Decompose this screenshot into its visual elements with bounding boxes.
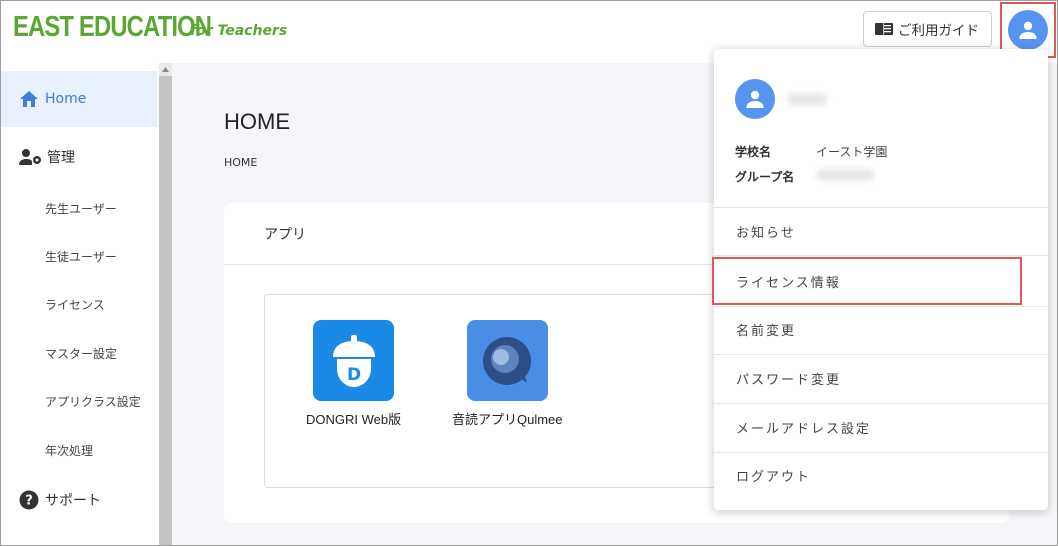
guide-button-label: ご利用ガイド [898,23,979,39]
brand-logo[interactable]: EAST EDUCATION [13,11,212,44]
user-dropdown-menu: 学校名 イースト学園 グループ名 お知らせ ライセンス情報 名前変更 パスワード… [712,49,1048,510]
divider [714,255,1048,256]
sidebar-item-support[interactable]: ? サポート [1,483,157,517]
sidebar-subitem-teacher-users[interactable]: 先生ユーザー [45,200,117,217]
sidebar-subitem-license[interactable]: ライセンス [45,296,105,313]
menu-item-change-name[interactable]: 名前変更 [714,305,1048,353]
dropdown-user-avatar [735,79,775,119]
sidebar-subitem-student-users[interactable]: 生徒ユーザー [45,248,117,265]
school-name-value: イースト学園 [816,145,888,159]
sidebar-subitem-app-class-settings[interactable]: アプリクラス設定 [45,393,141,410]
sidebar: Home 管理 先生ユーザー 生徒ユーザー ライセンス マスター設定 アプリクラ… [1,63,159,545]
sidebar-subitem-annual-processing[interactable]: 年次処理 [45,442,93,459]
brand-subtitle: for Teachers [190,23,288,39]
blurred-username [787,93,827,105]
menu-item-email-settings[interactable]: メールアドレス設定 [714,403,1048,451]
sidebar-subitem-master-settings[interactable]: マスター設定 [45,345,117,362]
app-label: DONGRI Web版 [306,412,402,427]
app-window: EAST EDUCATION for Teachers ご利用ガイド Home … [0,0,1058,546]
menu-item-logout[interactable]: ログアウト [714,451,1048,499]
menu-item-change-password[interactable]: パスワード変更 [714,354,1048,402]
school-name-label: 学校名 [735,145,772,159]
home-icon [20,91,38,107]
person-icon [746,90,764,108]
group-name-label: グループ名 [735,170,795,184]
sidebar-item-label: サポート [45,493,101,509]
card-title-text: アプリ [264,226,306,243]
speech-icon[interactable] [466,320,548,401]
breadcrumb: HOME [224,156,258,169]
app-qulmee[interactable]: 音読アプリQulmee [452,320,563,428]
app-label: 音読アプリQulmee [452,412,563,427]
app-dongri[interactable]: D DONGRI Web版 [306,320,401,428]
help-icon: ? [19,490,39,510]
blurred-group-name [816,169,874,181]
user-avatar [1008,10,1048,50]
page-title: HOME [224,109,290,134]
menu-item-license-info[interactable]: ライセンス情報 [712,257,1022,305]
person-icon [1019,21,1037,39]
sidebar-item-admin[interactable]: 管理 [1,137,157,177]
sidebar-item-label: 管理 [47,150,75,166]
scroll-up-arrow-icon[interactable] [159,63,172,76]
book-icon [875,23,893,35]
acorn-icon[interactable]: D [313,320,395,401]
sidebar-item-label: Home [45,91,87,107]
svg-text:D: D [346,365,360,385]
sidebar-scrollbar[interactable] [159,63,172,545]
svg-text:?: ? [25,494,33,509]
user-settings-icon [19,149,41,165]
sidebar-item-home[interactable]: Home [1,71,157,127]
guide-button[interactable]: ご利用ガイド [863,11,992,47]
menu-item-notices[interactable]: お知らせ [714,207,1048,255]
